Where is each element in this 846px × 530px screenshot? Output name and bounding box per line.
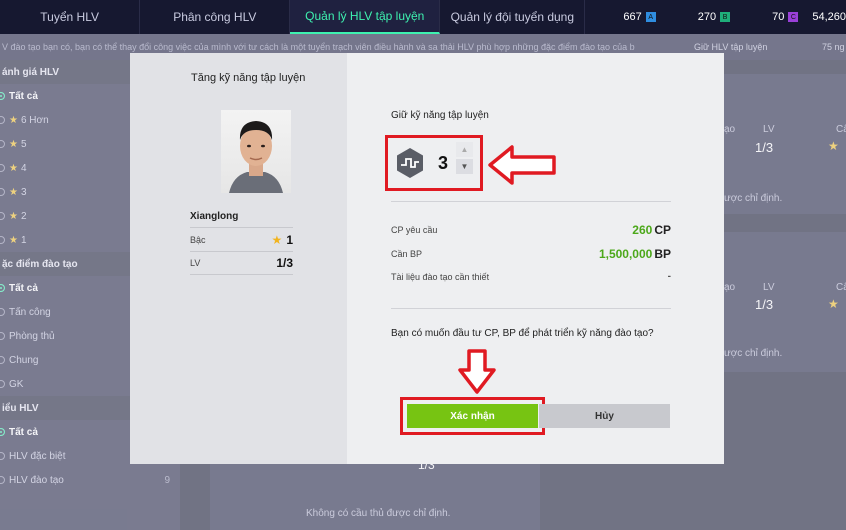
skill-stepper[interactable]: ▲ ▼ (456, 142, 473, 176)
coach-lv-value: 1/3 (276, 256, 293, 270)
tab-label: Quản lý đội tuyển dụng (450, 10, 575, 24)
top-navigation: Tuyển HLV Phân công HLV Quản lý HLV tập … (0, 0, 846, 34)
confirm-button[interactable]: Xác nhận (407, 404, 538, 428)
tab-recruit-coach[interactable]: Tuyển HLV (0, 0, 141, 34)
tab-label: Phân công HLV (173, 10, 257, 24)
coach-portrait (221, 110, 291, 193)
highlight-box: 3 ▲ ▼ (385, 135, 483, 191)
divider (391, 308, 671, 309)
cost-unit: CP (654, 223, 671, 237)
divider (190, 274, 293, 275)
currency-b-value: 270 (697, 11, 717, 23)
dialog-title: Tăng kỹ năng tập luyện (191, 72, 306, 84)
cost-amount: 1,500,000 (598, 247, 653, 261)
currency-a-value: 667 (623, 11, 642, 23)
tab-assign-coach[interactable]: Phân công HLV (140, 0, 291, 34)
currency-a: 667 A (623, 11, 656, 23)
cost-row-cp: CP yêu cầu 260 CP (391, 223, 671, 237)
currency-b-icon: B (720, 12, 731, 22)
decrement-button[interactable]: ▼ (456, 159, 473, 174)
currency-d-value: 54,260 (812, 11, 846, 23)
confirm-question: Bạn có muốn đầu tư CP, BP để phát triển … (391, 328, 654, 339)
confirm-button-label: Xác nhận (450, 410, 495, 422)
chevron-down-icon: ▼ (460, 162, 469, 171)
cost-label: Cần BP (391, 249, 423, 259)
star-icon: ★ (271, 233, 283, 247)
tab-label: Quản lý HLV tập luyện (305, 9, 425, 23)
increment-button[interactable]: ▲ (456, 142, 473, 157)
divider (190, 251, 293, 252)
divider (190, 227, 293, 228)
coach-rank-value: 1 (286, 233, 293, 247)
coach-lv-row: LV 1/3 (190, 256, 293, 270)
cost-amount: - (667, 271, 671, 282)
keep-skill-label: Giữ kỹ năng tập luyện (391, 110, 489, 121)
currency-c-value: 70 (772, 11, 785, 23)
tab-training-coach-management[interactable]: Quản lý HLV tập luyện (290, 0, 441, 34)
currency-c-icon: C (788, 12, 799, 22)
coach-lv-label: LV (190, 258, 201, 268)
coach-info-panel: Tăng kỹ năng tập luyện Xianglong Bậc ★ 1 … (130, 53, 347, 464)
cost-label: Tài liệu đào tạo cần thiết (391, 271, 490, 282)
tab-recruitment-team-management[interactable]: Quản lý đội tuyển dụng (440, 0, 586, 34)
cancel-button[interactable]: Hủy (539, 404, 670, 428)
cancel-button-label: Hủy (595, 410, 614, 422)
cost-row-bp: Cần BP 1,500,000 BP (391, 247, 671, 261)
tab-label: Tuyển HLV (40, 10, 99, 24)
currency-b: 270 B (697, 11, 731, 23)
coach-name: Xianglong (190, 211, 239, 222)
coach-rank-row: Bậc ★ 1 (190, 233, 293, 247)
cost-unit: BP (654, 247, 671, 261)
currency-d: 54,260 (812, 11, 846, 23)
cost-row-materials: Tài liệu đào tạo cần thiết - (391, 271, 671, 282)
coach-rank-label: Bậc (190, 235, 206, 245)
currency-c: 70 C (772, 11, 799, 23)
down-arrow-annotation-icon (458, 349, 496, 394)
currency-a-icon: A (645, 12, 656, 22)
training-skill-dialog: Tăng kỹ năng tập luyện Xianglong Bậc ★ 1 … (130, 53, 724, 464)
divider (391, 201, 671, 202)
cost-label: CP yêu cầu (391, 225, 438, 235)
left-arrow-annotation-icon (488, 145, 556, 185)
skill-hexagon-icon (397, 148, 423, 178)
skill-value: 3 (438, 152, 449, 173)
chevron-up-icon: ▲ (460, 145, 469, 154)
cost-amount: 260 (632, 223, 653, 237)
